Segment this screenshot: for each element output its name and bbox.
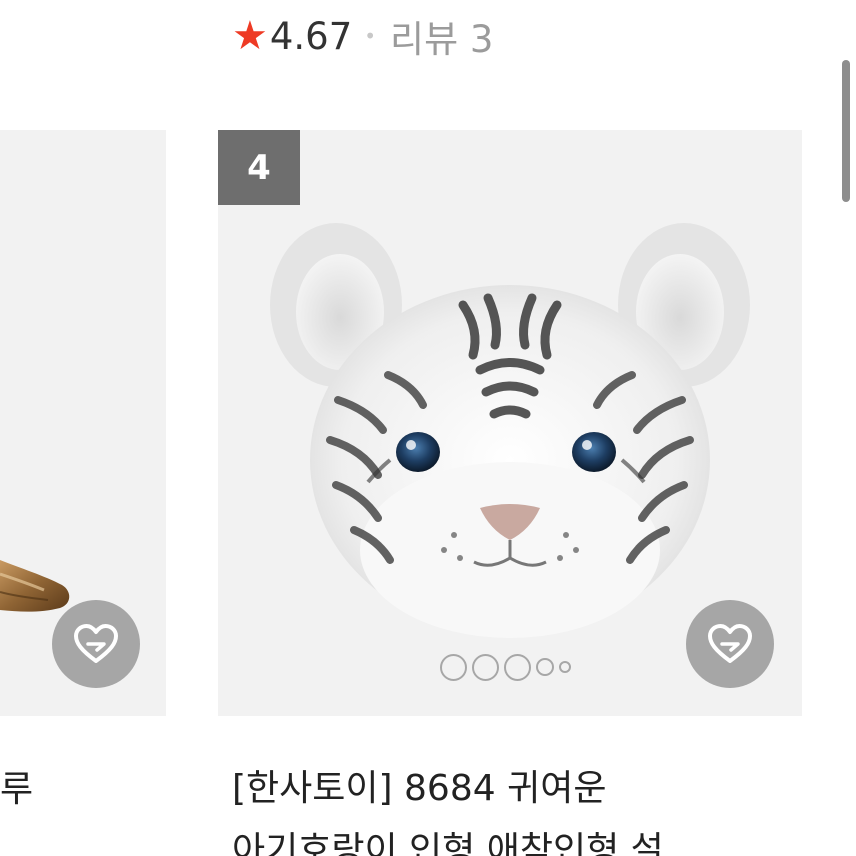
carousel-dot[interactable]	[536, 658, 554, 676]
scrollbar[interactable]	[842, 60, 850, 202]
product-title-line: [한사토이] 8684 귀여운	[232, 768, 607, 809]
wishlist-button-left[interactable]	[52, 600, 140, 688]
product-title-left[interactable]: 루	[0, 760, 120, 812]
rank-badge: 4	[218, 130, 300, 205]
wishlist-button-right[interactable]	[686, 600, 774, 688]
star-icon: ★	[232, 13, 268, 59]
carousel-dot[interactable]	[440, 653, 467, 681]
product-title-line: 아기호랑이 인형 애착인형 설	[232, 830, 664, 856]
rating-row: ★ 4.67 • 리뷰 3	[232, 10, 493, 62]
carousel-dot[interactable]	[559, 661, 571, 673]
product-card-left[interactable]	[0, 130, 166, 716]
wishlist-heart-icon	[708, 624, 752, 663]
carousel-dot[interactable]	[504, 653, 531, 681]
carousel-dot[interactable]	[472, 653, 499, 681]
image-carousel-indicator[interactable]	[440, 652, 571, 682]
product-card-right[interactable]: 4	[218, 130, 802, 716]
rating-separator: •	[364, 24, 377, 48]
review-count[interactable]: 리뷰 3	[390, 9, 493, 63]
wishlist-heart-icon	[74, 624, 118, 663]
rating-score: 4.67	[269, 14, 353, 58]
screen: ★ 4.67 • 리뷰 3 4 루 [한사토이] 8684 귀여운 아기호랑이 …	[0, 0, 856, 856]
product-title-right[interactable]: [한사토이] 8684 귀여운 아기호랑이 인형 애착인형 설	[232, 758, 792, 856]
